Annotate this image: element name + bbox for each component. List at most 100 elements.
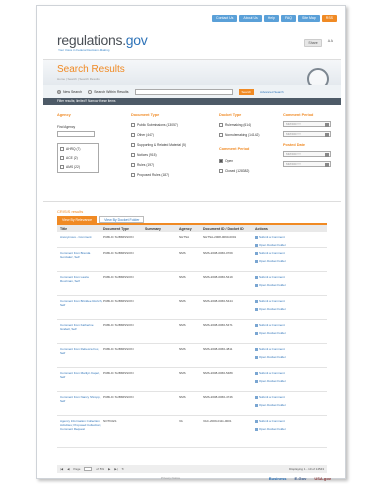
share-button[interactable]: Share: [304, 39, 322, 47]
submit-comment-link[interactable]: Submit a Comment: [255, 371, 327, 375]
result-title-link[interactable]: Comment from Brinklee Rozich, Self: [57, 296, 103, 319]
open-docket-link[interactable]: Open Docket Folder: [255, 243, 327, 247]
result-doc-type: PUBLIC SUBMISSION: [103, 395, 134, 399]
egov-logo[interactable]: E-Gov: [295, 476, 307, 481]
column-header[interactable]: Document ID / Docket ID: [203, 227, 255, 231]
column-header[interactable]: Title: [57, 227, 103, 231]
prev-page-button[interactable]: ◀: [67, 467, 69, 471]
calendar-icon[interactable]: [325, 153, 329, 157]
checkbox[interactable]: [219, 133, 223, 137]
checkbox[interactable]: [60, 156, 64, 160]
submit-comment-link[interactable]: Submit a Comment: [255, 347, 327, 351]
open-docket-link[interactable]: Open Docket Folder: [255, 427, 327, 431]
open-docket-link[interactable]: Open Docket Folder: [255, 307, 327, 311]
result-title-link[interactable]: Comment from Katherine Grabell, Self: [57, 320, 103, 343]
search-button[interactable]: Search: [238, 88, 255, 95]
nav-faq[interactable]: FAQ: [280, 15, 296, 22]
doctype-item[interactable]: Supporting & Related Material (5): [131, 143, 186, 147]
checkbox[interactable]: [219, 123, 223, 127]
checkbox[interactable]: [131, 133, 135, 137]
search-input[interactable]: [134, 88, 233, 95]
posted-to-date[interactable]: MM/DD/YY: [283, 161, 331, 167]
column-header[interactable]: Document Type: [103, 227, 145, 231]
doctype-item[interactable]: Other (447): [131, 133, 154, 137]
doctype-item[interactable]: Rules (197): [131, 163, 154, 167]
search-within-radio[interactable]: Search Within Results: [88, 89, 129, 94]
nav-contact[interactable]: Contact Us: [212, 15, 238, 22]
submit-comment-link[interactable]: Submit a Comment: [255, 251, 327, 255]
agency-item[interactable]: ACE (2): [60, 156, 78, 160]
date-placeholder: MM/DD/YY: [286, 132, 301, 136]
nav-sitemap[interactable]: Site Map: [297, 15, 320, 22]
open-docket-link[interactable]: Open Docket Folder: [255, 259, 327, 263]
submit-comment-link[interactable]: Submit a Comment: [255, 235, 327, 239]
advanced-search-link[interactable]: Advanced Search: [260, 90, 284, 94]
result-doc-type: NOTICES: [103, 419, 117, 423]
checkbox[interactable]: [131, 153, 135, 157]
nav-rss[interactable]: RSS: [321, 15, 337, 22]
comment-to-date[interactable]: MM/DD/YY: [283, 131, 331, 137]
result-title-link[interactable]: Comment from Brenda Gonzalez, Self: [57, 248, 103, 271]
display-count: Displaying 1 - 10 of 14543: [289, 467, 324, 471]
result-title-link[interactable]: Comment from Laurie Rouzman, Self: [57, 272, 103, 295]
column-header[interactable]: Agency: [179, 227, 203, 231]
checkbox[interactable]: [131, 143, 135, 147]
submit-comment-link[interactable]: Submit a Comment: [255, 299, 327, 303]
posted-from-date[interactable]: MM/DD/YY: [283, 151, 331, 157]
doctype-item[interactable]: Notices (915): [131, 153, 157, 157]
submit-comment-link[interactable]: Submit a Comment: [255, 323, 327, 327]
business-logo[interactable]: Business: [269, 476, 287, 481]
privacy-link[interactable]: Privacy Notice: [161, 476, 180, 480]
comment-closed-item[interactable]: Closed (128382): [219, 169, 249, 173]
checkbox[interactable]: [131, 163, 135, 167]
checkbox[interactable]: [60, 165, 64, 169]
calendar-icon[interactable]: [325, 163, 329, 167]
comment-from-date[interactable]: MM/DD/YY: [283, 121, 331, 127]
tab-relevance[interactable]: View By Relevance: [57, 216, 98, 223]
tab-docket-folder[interactable]: View By Docket Folder: [99, 216, 145, 223]
checkbox[interactable]: [219, 169, 223, 173]
open-docket-link[interactable]: Open Docket Folder: [255, 283, 327, 287]
checkbox[interactable]: [131, 173, 135, 177]
agency-item[interactable]: AHRQ (7): [60, 147, 80, 151]
facet-panel: Agency Find Agency AHRQ (7) ACE (2) AMS …: [43, 105, 341, 202]
nav-help[interactable]: Help: [263, 15, 279, 22]
doctype-item[interactable]: Public Submissions (13057): [131, 123, 178, 127]
first-page-button[interactable]: |◀: [60, 467, 63, 471]
open-docket-link[interactable]: Open Docket Folder: [255, 355, 327, 359]
result-title-link[interactable]: Comment from Rebecca Fox, Self: [57, 344, 103, 367]
open-docket-link[interactable]: Open Docket Folder: [255, 379, 327, 383]
checkbox[interactable]: [131, 123, 135, 127]
page-number-input[interactable]: [84, 467, 93, 471]
result-title-link[interactable]: Anonymous - Comment: [57, 232, 103, 247]
result-title-link[interactable]: Comment from Nancy Shropp, Self: [57, 392, 103, 415]
doctype-item[interactable]: Proposed Rules (187): [131, 173, 169, 177]
open-docket-link[interactable]: Open Docket Folder: [255, 331, 327, 335]
result-title-link[interactable]: Comment from Marilyn Kapel, Self: [57, 368, 103, 391]
last-page-button[interactable]: ▶|: [114, 467, 117, 471]
new-search-radio[interactable]: New Search: [57, 89, 82, 94]
usagov-logo[interactable]: USA.gov: [314, 476, 331, 481]
comment-open-item[interactable]: Open: [219, 159, 233, 163]
site-logo[interactable]: regulations.gov: [57, 32, 148, 48]
calendar-icon[interactable]: [325, 133, 329, 137]
refresh-icon[interactable]: ↻: [122, 467, 125, 471]
calendar-icon[interactable]: [325, 123, 329, 127]
result-title-link[interactable]: Agency Information Collection Activities…: [57, 416, 103, 447]
submit-comment-link[interactable]: Submit a Comment: [255, 395, 327, 399]
submit-comment-link[interactable]: Submit a Comment: [255, 275, 327, 279]
open-docket-link[interactable]: Open Docket Folder: [255, 403, 327, 407]
next-page-button[interactable]: ▶: [108, 467, 110, 471]
checkbox[interactable]: [60, 147, 64, 151]
docket-item[interactable]: Rulemaking (614): [219, 123, 251, 127]
submit-comment-link[interactable]: Submit a Comment: [255, 419, 327, 423]
result-document-id: NMS-2008-0066-5444: [203, 299, 233, 303]
checkbox[interactable]: [219, 159, 223, 163]
font-size-control[interactable]: A A: [328, 39, 333, 47]
nav-about[interactable]: About Us: [239, 15, 262, 22]
radio-dot: [57, 89, 61, 94]
find-agency-input[interactable]: [57, 131, 95, 137]
agency-item[interactable]: AMS (22): [60, 165, 80, 169]
comment-icon: [255, 395, 258, 399]
docket-item[interactable]: Nonrulemaking (14142): [219, 133, 259, 137]
